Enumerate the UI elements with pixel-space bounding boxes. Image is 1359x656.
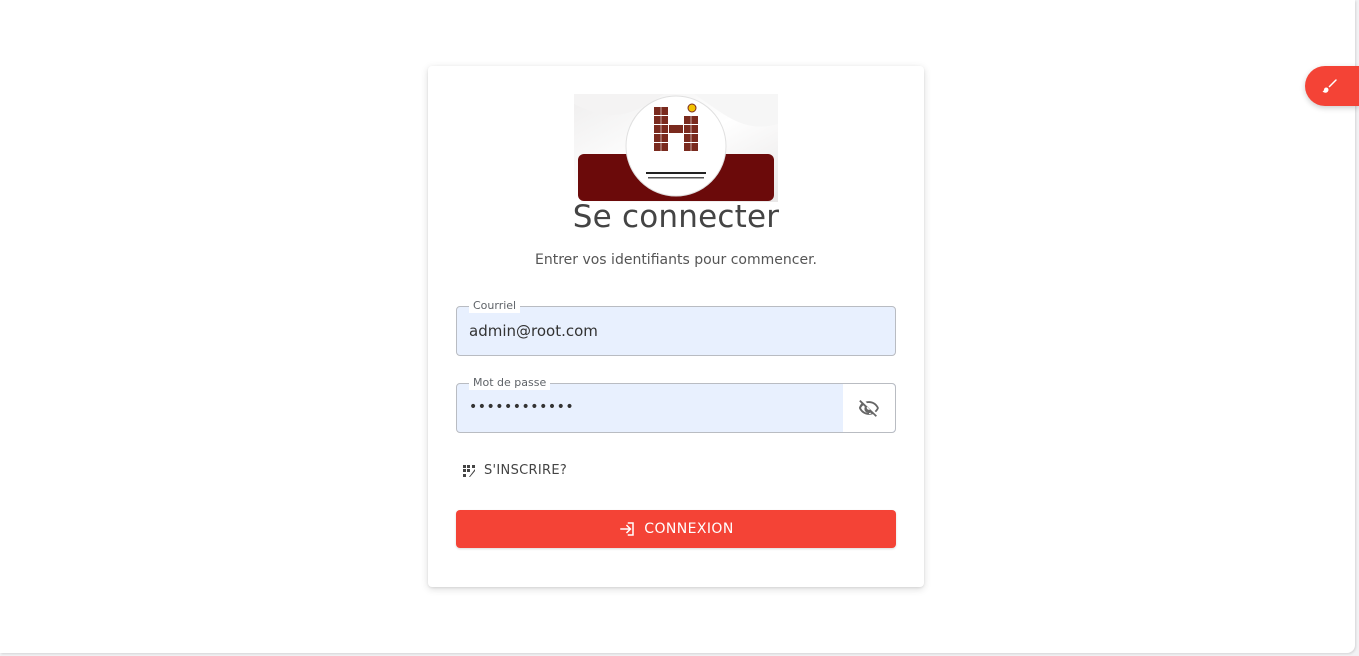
- hotel-logo: [574, 94, 778, 202]
- login-card: Se connecter Entrer vos identifiants pou…: [428, 66, 924, 587]
- email-field[interactable]: Courriel admin@root.com: [456, 299, 896, 356]
- email-label: Courriel: [469, 299, 521, 313]
- paint-brush-icon: [1322, 79, 1337, 93]
- page-subtitle: Entrer vos identifiants pour commencer.: [534, 252, 817, 268]
- password-label: Mot de passe: [469, 376, 551, 390]
- password-input[interactable]: ••••••••••••: [469, 399, 829, 415]
- login-icon: [620, 522, 635, 536]
- page-title: Se connecter: [572, 199, 780, 235]
- toggle-password-visibility-button[interactable]: [843, 384, 895, 432]
- register-link[interactable]: S'INSCRIRE?: [462, 463, 567, 478]
- login-button-label: CONNEXION: [644, 521, 734, 537]
- email-input[interactable]: admin@root.com: [469, 322, 829, 340]
- page-viewport: Se connecter Entrer vos identifiants pou…: [0, 0, 1355, 653]
- qr-grid-icon: [463, 464, 475, 477]
- theme-customizer-button[interactable]: [1305, 66, 1359, 106]
- login-button[interactable]: CONNEXION: [456, 510, 896, 548]
- password-field[interactable]: Mot de passe ••••••••••••: [456, 376, 896, 433]
- eye-off-icon: [858, 400, 879, 417]
- register-link-label: S'INSCRIRE?: [484, 463, 568, 478]
